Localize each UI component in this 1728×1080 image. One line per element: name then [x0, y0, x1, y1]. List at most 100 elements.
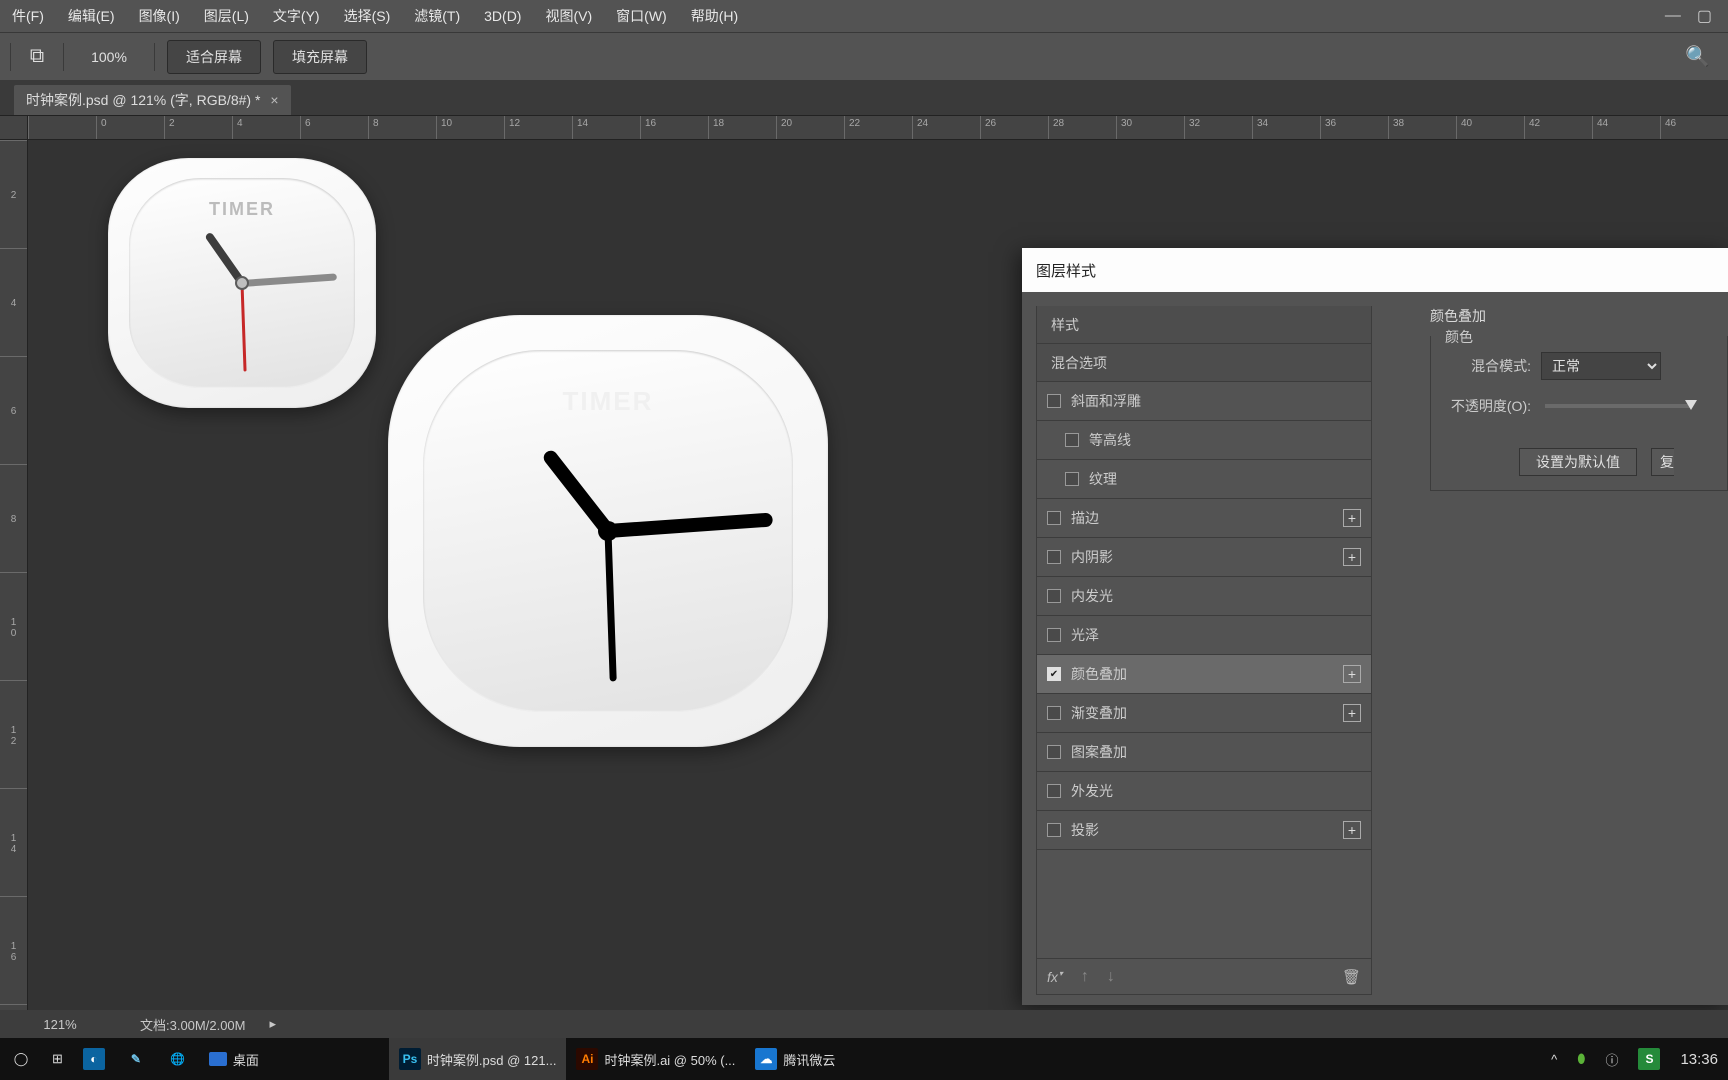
clock-small-pin	[235, 276, 249, 290]
taskbar-app-2[interactable]: ✎	[115, 1038, 157, 1080]
maximize-icon[interactable]: ▢	[1689, 2, 1720, 30]
menu-edit[interactable]: 编辑(E)	[56, 0, 127, 32]
minimize-icon[interactable]: —	[1657, 3, 1689, 29]
menu-bar: 件(F) 编辑(E) 图像(I) 图层(L) 文字(Y) 选择(S) 滤镜(T)…	[0, 0, 1728, 32]
style-label: 渐变叠加	[1071, 703, 1127, 723]
start-button[interactable]: ◯	[0, 1038, 42, 1080]
document-tab[interactable]: 时钟案例.psd @ 121% (字, RGB/8#) * ×	[14, 85, 291, 115]
fx-menu-icon[interactable]: fx	[1047, 969, 1063, 985]
style-checkbox[interactable]	[1047, 550, 1061, 564]
fill-screen-button[interactable]: 填充屏幕	[273, 40, 367, 74]
tray-icon-3[interactable]: S	[1628, 1038, 1670, 1080]
panel-title: 颜色叠加	[1430, 306, 1728, 326]
style-checkbox[interactable]	[1047, 784, 1061, 798]
style-row-2[interactable]: 纹理	[1037, 460, 1371, 499]
style-checkbox[interactable]	[1047, 706, 1061, 720]
style-label: 内发光	[1071, 586, 1113, 606]
menu-view[interactable]: 视图(V)	[533, 0, 604, 32]
status-flyout-icon[interactable]: ▸	[270, 1016, 277, 1032]
vertical-ruler[interactable]: 246810121416182022	[0, 140, 28, 1010]
style-down-icon[interactable]: ↓	[1107, 968, 1115, 986]
taskbar-desktop[interactable]: 桌面	[199, 1038, 269, 1080]
layer-style-titlebar[interactable]: 图层样式	[1022, 248, 1728, 292]
opacity-slider[interactable]	[1545, 404, 1691, 408]
close-tab-icon[interactable]: ×	[270, 92, 278, 108]
clock-big-pin	[598, 521, 618, 541]
zoom-level[interactable]: 100%	[70, 49, 148, 65]
styles-list: 样式 混合选项 斜面和浮雕等高线纹理描边+内阴影+内发光光泽✔颜色叠加+渐变叠加…	[1036, 306, 1372, 995]
styles-header[interactable]: 样式	[1037, 306, 1371, 344]
menu-type[interactable]: 文字(Y)	[261, 0, 332, 32]
tray-clock[interactable]: 13:36	[1670, 1038, 1728, 1080]
horizontal-ruler[interactable]: 0246810121416182022242628303234363840424…	[28, 116, 1728, 140]
clock-big-second-hand	[605, 531, 617, 681]
status-zoom[interactable]: 121%	[0, 1017, 120, 1032]
style-row-10[interactable]: 外发光	[1037, 772, 1371, 811]
taskbar-app-1[interactable]: ◐	[73, 1038, 115, 1080]
status-doc-info[interactable]: 文档:3.00M/2.00M	[120, 1015, 266, 1034]
style-checkbox[interactable]	[1065, 472, 1079, 486]
menu-window[interactable]: 窗口(W)	[604, 0, 679, 32]
add-effect-icon[interactable]: +	[1343, 665, 1361, 683]
options-bar: ✋ ⧉ 100% 适合屏幕 填充屏幕 🔍	[0, 32, 1728, 80]
style-checkbox[interactable]	[1047, 589, 1061, 603]
clock-big-artwork: TIMER	[388, 315, 828, 747]
clock-small-minute-hand	[242, 273, 337, 287]
style-checkbox[interactable]: ✔	[1047, 667, 1061, 681]
style-checkbox[interactable]	[1047, 394, 1061, 408]
trash-icon[interactable]: 🗑	[1342, 968, 1361, 986]
style-label: 斜面和浮雕	[1071, 391, 1141, 411]
style-checkbox[interactable]	[1065, 433, 1079, 447]
menu-layer[interactable]: 图层(L)	[192, 0, 261, 32]
style-row-3[interactable]: 描边+	[1037, 499, 1371, 538]
add-effect-icon[interactable]: +	[1343, 509, 1361, 527]
add-effect-icon[interactable]: +	[1343, 704, 1361, 722]
style-row-4[interactable]: 内阴影+	[1037, 538, 1371, 577]
menu-file[interactable]: 件(F)	[0, 0, 56, 32]
blend-mode-label: 混合模式:	[1445, 356, 1541, 376]
style-row-9[interactable]: 图案叠加	[1037, 733, 1371, 772]
blending-options-header[interactable]: 混合选项	[1037, 344, 1371, 382]
style-checkbox[interactable]	[1047, 628, 1061, 642]
style-row-1[interactable]: 等高线	[1037, 421, 1371, 460]
style-checkbox[interactable]	[1047, 511, 1061, 525]
opacity-label: 不透明度(O):	[1445, 396, 1541, 416]
style-row-11[interactable]: 投影+	[1037, 811, 1371, 850]
style-row-6[interactable]: 光泽	[1037, 616, 1371, 655]
clock-small-artwork: TIMER	[108, 158, 376, 408]
menu-image[interactable]: 图像(I)	[127, 0, 192, 32]
set-default-button[interactable]: 设置为默认值	[1519, 448, 1637, 476]
taskbar-chrome[interactable]: 🌐	[157, 1038, 199, 1080]
style-row-8[interactable]: 渐变叠加 +	[1037, 694, 1371, 733]
add-effect-icon[interactable]: +	[1343, 821, 1361, 839]
add-effect-icon[interactable]: +	[1343, 548, 1361, 566]
styles-footer-bar: fx ↑ ↓ 🗑	[1037, 958, 1371, 994]
scroll-all-windows-icon[interactable]: ⧉	[17, 37, 57, 77]
windows-taskbar: ◯ ⊞ ◐ ✎ 🌐 桌面 Ps时钟案例.psd @ 121... Ai时钟案例.…	[0, 1038, 1728, 1080]
fit-screen-button[interactable]: 适合屏幕	[167, 40, 261, 74]
menu-help[interactable]: 帮助(H)	[679, 0, 750, 32]
style-row-7[interactable]: ✔颜色叠加+	[1037, 655, 1371, 694]
style-row-0[interactable]: 斜面和浮雕	[1037, 382, 1371, 421]
color-fieldset: 混合模式: 正常 不透明度(O): 设置为默认值 复	[1430, 336, 1728, 491]
taskbar-photoshop[interactable]: Ps时钟案例.psd @ 121...	[389, 1038, 567, 1080]
taskbar-illustrator[interactable]: Ai时钟案例.ai @ 50% (...	[566, 1038, 745, 1080]
blend-mode-select[interactable]: 正常	[1541, 352, 1661, 380]
menu-3d[interactable]: 3D(D)	[472, 0, 533, 32]
document-tab-bar: 时钟案例.psd @ 121% (字, RGB/8#) * ×	[0, 80, 1728, 116]
style-label: 等高线	[1089, 430, 1131, 450]
tray-expand-icon[interactable]: ^	[1541, 1038, 1567, 1080]
reset-default-button[interactable]: 复	[1651, 448, 1674, 476]
search-icon[interactable]: 🔍	[1671, 36, 1724, 77]
task-view-icon[interactable]: ⊞	[42, 1038, 73, 1080]
style-up-icon[interactable]: ↑	[1081, 968, 1089, 986]
taskbar-weiyun[interactable]: ☁腾讯微云	[745, 1038, 845, 1080]
style-checkbox[interactable]	[1047, 823, 1061, 837]
tray-icon-1[interactable]: ⬮	[1567, 1038, 1595, 1080]
style-row-5[interactable]: 内发光	[1037, 577, 1371, 616]
menu-filter[interactable]: 滤镜(T)	[402, 0, 472, 32]
tray-icon-2[interactable]: ⓘ	[1595, 1038, 1628, 1080]
style-checkbox[interactable]	[1047, 745, 1061, 759]
ruler-origin[interactable]	[0, 116, 28, 140]
menu-select[interactable]: 选择(S)	[332, 0, 403, 32]
